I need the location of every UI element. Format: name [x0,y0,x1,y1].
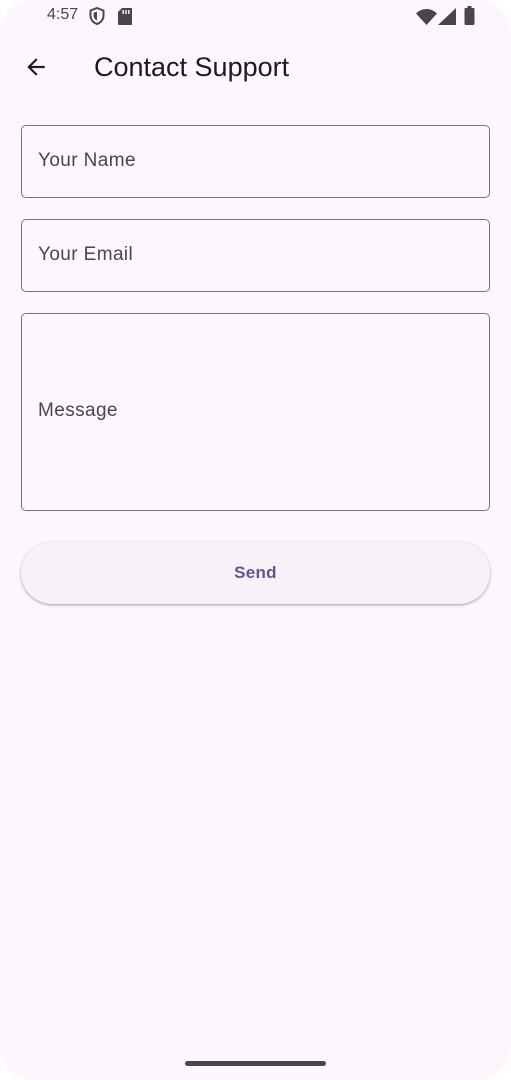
arrow-back-icon [27,58,45,76]
battery-icon [464,6,475,25]
shield-icon [89,7,105,25]
status-bar: 4:57 [0,0,511,34]
home-indicator[interactable] [185,1061,326,1066]
back-button[interactable] [13,44,59,90]
message-field-label: Message [38,400,118,421]
page-title: Contact Support [94,52,290,82]
phone-screen: 4:57 Contact Support Your Name Your Emai… [0,0,511,1080]
send-button[interactable]: Send [21,542,490,604]
send-button-label: Send [234,563,277,582]
app-bar: Contact Support [0,34,511,100]
status-time: 4:57 [47,6,79,23]
email-field-label: Your Email [38,244,134,265]
wifi-icon [416,9,437,25]
cellular-signal-icon [438,8,456,25]
email-field[interactable]: Your Email [21,219,490,292]
name-field[interactable]: Your Name [21,125,490,198]
sd-card-icon [118,8,132,25]
name-field-label: Your Name [38,150,136,171]
message-field[interactable]: Message [21,313,490,511]
